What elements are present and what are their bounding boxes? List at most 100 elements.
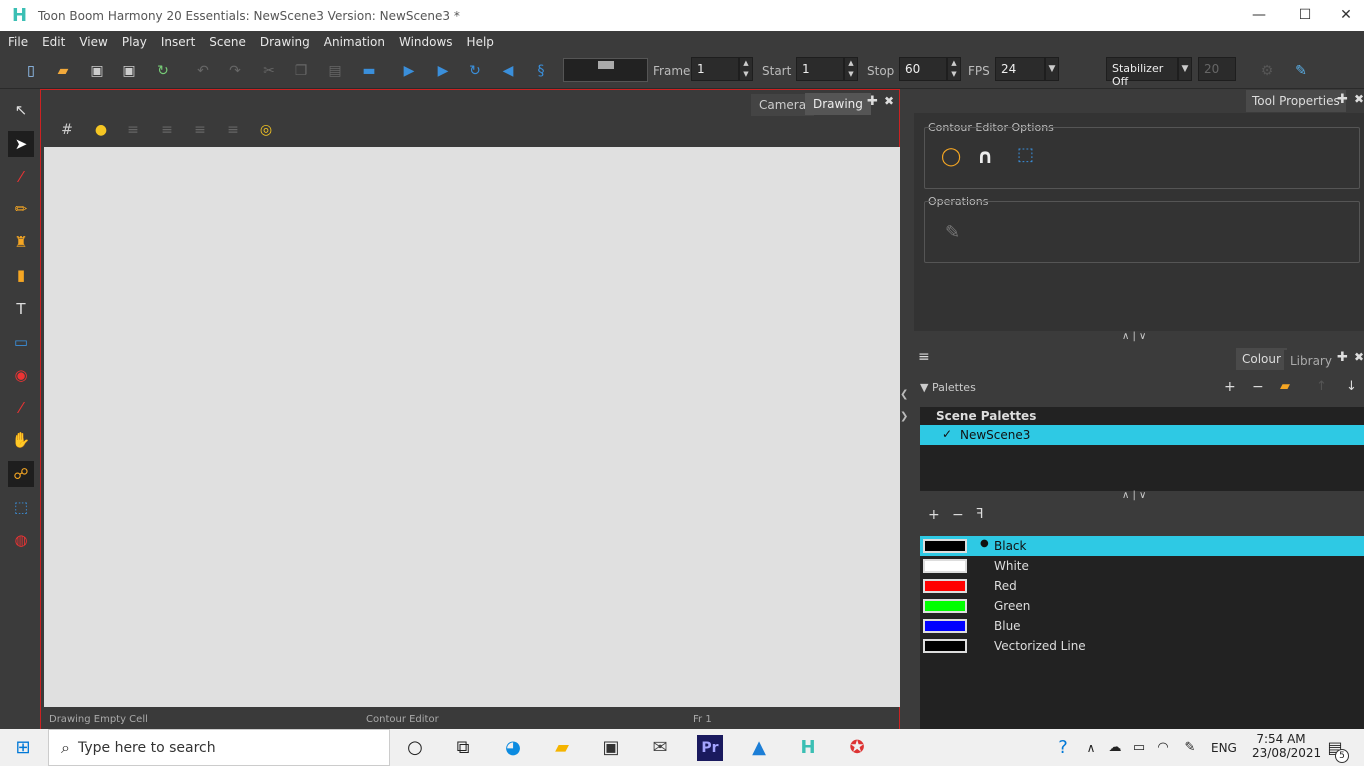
- menu-animation[interactable]: Animation: [324, 35, 385, 49]
- slider-handle[interactable]: [598, 61, 614, 69]
- colour-swatch-row[interactable]: Blue: [920, 616, 1364, 636]
- collapse-arrow-icon[interactable]: ❮ ❯: [900, 389, 908, 422]
- select-tool-icon[interactable]: ↖: [8, 97, 34, 123]
- contour-editor-tool-icon[interactable]: ➤: [8, 131, 34, 157]
- onion-skin-prev-icon[interactable]: ≡: [157, 120, 177, 140]
- undo-icon[interactable]: ↶: [194, 62, 212, 80]
- hand-tool-icon[interactable]: ✋: [8, 427, 34, 453]
- stop-field[interactable]: 60: [899, 57, 947, 81]
- colour-swatch-row[interactable]: Red: [920, 576, 1364, 596]
- tab-drawing[interactable]: Drawing: [805, 93, 871, 115]
- smooth-operation-icon[interactable]: ✎: [945, 222, 960, 243]
- close-colour-panel-icon[interactable]: ✖: [1354, 350, 1364, 364]
- play-selection-icon[interactable]: ▶: [434, 62, 452, 80]
- move-down-icon[interactable]: ↓: [1346, 379, 1357, 394]
- wifi-icon[interactable]: ◠: [1150, 735, 1176, 761]
- cortana-icon[interactable]: ○: [402, 735, 428, 761]
- paint-bucket-icon[interactable]: ◉: [8, 362, 34, 388]
- loop-icon[interactable]: ↻: [466, 62, 484, 80]
- remove-palette-icon[interactable]: −: [1252, 379, 1264, 395]
- grid-icon[interactable]: #: [57, 120, 77, 140]
- playback-speed-slider[interactable]: [563, 58, 648, 82]
- file-explorer-icon[interactable]: ▰: [549, 735, 575, 761]
- menu-windows[interactable]: Windows: [399, 35, 453, 49]
- open-folder-icon[interactable]: ▰: [54, 62, 72, 80]
- transform-tool-icon[interactable]: ⬚: [8, 494, 34, 520]
- dropper-tool-icon[interactable]: ⁄: [8, 395, 34, 421]
- colour-swatch-row[interactable]: Green: [920, 596, 1364, 616]
- add-tab-icon[interactable]: ✚: [867, 94, 878, 109]
- battery-icon[interactable]: ▭: [1126, 735, 1152, 761]
- pot-tool-icon[interactable]: ◍: [8, 527, 34, 553]
- menu-hamburger-icon[interactable]: ≡: [918, 349, 930, 365]
- close-view-icon[interactable]: ✖: [884, 94, 894, 108]
- text-tool-icon[interactable]: T: [8, 296, 34, 322]
- redo-icon[interactable]: ↷: [226, 62, 244, 80]
- menu-drawing[interactable]: Drawing: [260, 35, 310, 49]
- menu-file[interactable]: File: [8, 35, 28, 49]
- palette-folder-icon[interactable]: ▰: [1280, 379, 1290, 394]
- close-button[interactable]: ✕: [1328, 0, 1364, 31]
- taskbar-search-box[interactable]: ⌕ Type here to search: [48, 729, 390, 766]
- language-indicator[interactable]: ENG: [1211, 741, 1237, 755]
- windows-start-icon[interactable]: ⊞: [10, 735, 36, 761]
- add-palette-icon[interactable]: +: [1224, 379, 1236, 395]
- scene-icon[interactable]: ▬: [360, 62, 378, 80]
- stabilizer-dropdown[interactable]: Stabilizer Off: [1106, 57, 1178, 88]
- drawing-canvas[interactable]: [44, 147, 900, 707]
- play-icon[interactable]: ▶: [400, 62, 418, 80]
- refresh-icon[interactable]: ↻: [154, 62, 172, 80]
- app-taskbar-icon[interactable]: ✪: [844, 735, 870, 761]
- tab-tool-properties[interactable]: Tool Properties: [1246, 90, 1346, 112]
- start-field[interactable]: 1: [796, 57, 844, 81]
- help-icon[interactable]: ?: [1050, 735, 1076, 761]
- brush-tool-icon[interactable]: ⁄: [8, 164, 34, 190]
- stabilizer-value-field[interactable]: 20: [1198, 57, 1236, 81]
- store-icon[interactable]: ▣: [598, 735, 624, 761]
- paste-icon[interactable]: ▤: [326, 62, 344, 80]
- palette-splitter-icon[interactable]: ∧ | ∨: [1122, 490, 1146, 501]
- tool-pen-icon[interactable]: ✎: [1292, 62, 1310, 80]
- menu-edit[interactable]: Edit: [42, 35, 65, 49]
- stamp-tool-icon[interactable]: ♜: [8, 229, 34, 255]
- pen-icon[interactable]: ✎: [1177, 735, 1203, 761]
- tab-colour[interactable]: Colour: [1236, 348, 1287, 370]
- gear-icon[interactable]: ⚙: [1258, 62, 1276, 80]
- mirror-icon[interactable]: ◎: [256, 120, 276, 140]
- eraser-tool-icon[interactable]: ▮: [8, 262, 34, 288]
- edge-icon[interactable]: ◕: [500, 735, 526, 761]
- close-panel-icon[interactable]: ✖: [1354, 92, 1364, 106]
- stop-stepper[interactable]: ▲ ▼: [947, 57, 961, 81]
- move-up-icon[interactable]: ↑: [1316, 379, 1327, 394]
- add-colour-icon[interactable]: +: [928, 507, 940, 523]
- pencil-tool-icon[interactable]: ✏: [8, 196, 34, 222]
- sound-scrub-icon[interactable]: §: [532, 62, 550, 80]
- onion-skin-next-icon[interactable]: ≡: [190, 120, 210, 140]
- onion-skin-all-icon[interactable]: ≡: [223, 120, 243, 140]
- animation-tool-icon[interactable]: ☍: [8, 461, 34, 487]
- menu-insert[interactable]: Insert: [161, 35, 195, 49]
- frame-stepper[interactable]: ▲ ▼: [739, 57, 753, 81]
- marquee-select-icon[interactable]: ⬚: [1017, 144, 1034, 165]
- save-icon[interactable]: ▣: [88, 62, 106, 80]
- minimize-button[interactable]: —: [1236, 0, 1282, 31]
- remove-colour-icon[interactable]: −: [952, 507, 964, 523]
- light-table-icon[interactable]: ●: [91, 120, 111, 140]
- mail-icon[interactable]: ✉: [647, 735, 673, 761]
- onedrive-icon[interactable]: ☁: [1102, 735, 1128, 761]
- photos-icon[interactable]: ▲: [746, 735, 772, 761]
- clock[interactable]: 7:54 AM 23/08/2021: [1252, 732, 1321, 760]
- colour-swatch-row[interactable]: ● Black: [920, 536, 1364, 556]
- harmony-taskbar-icon[interactable]: H: [795, 735, 821, 761]
- tray-chevron-icon[interactable]: ∧: [1078, 735, 1104, 761]
- save-as-icon[interactable]: ▣: [120, 62, 138, 80]
- premiere-icon[interactable]: Pr: [697, 735, 723, 761]
- fps-dropdown[interactable]: ▼: [1045, 57, 1059, 81]
- tab-library[interactable]: Library: [1284, 350, 1338, 372]
- menu-scene[interactable]: Scene: [209, 35, 246, 49]
- collapse-triangle-icon[interactable]: ▼: [920, 381, 928, 394]
- new-scene-icon[interactable]: ▯: [22, 62, 40, 80]
- start-stepper[interactable]: ▲ ▼: [844, 57, 858, 81]
- sound-icon[interactable]: ◀: [499, 62, 517, 80]
- copy-icon[interactable]: ❐: [292, 62, 310, 80]
